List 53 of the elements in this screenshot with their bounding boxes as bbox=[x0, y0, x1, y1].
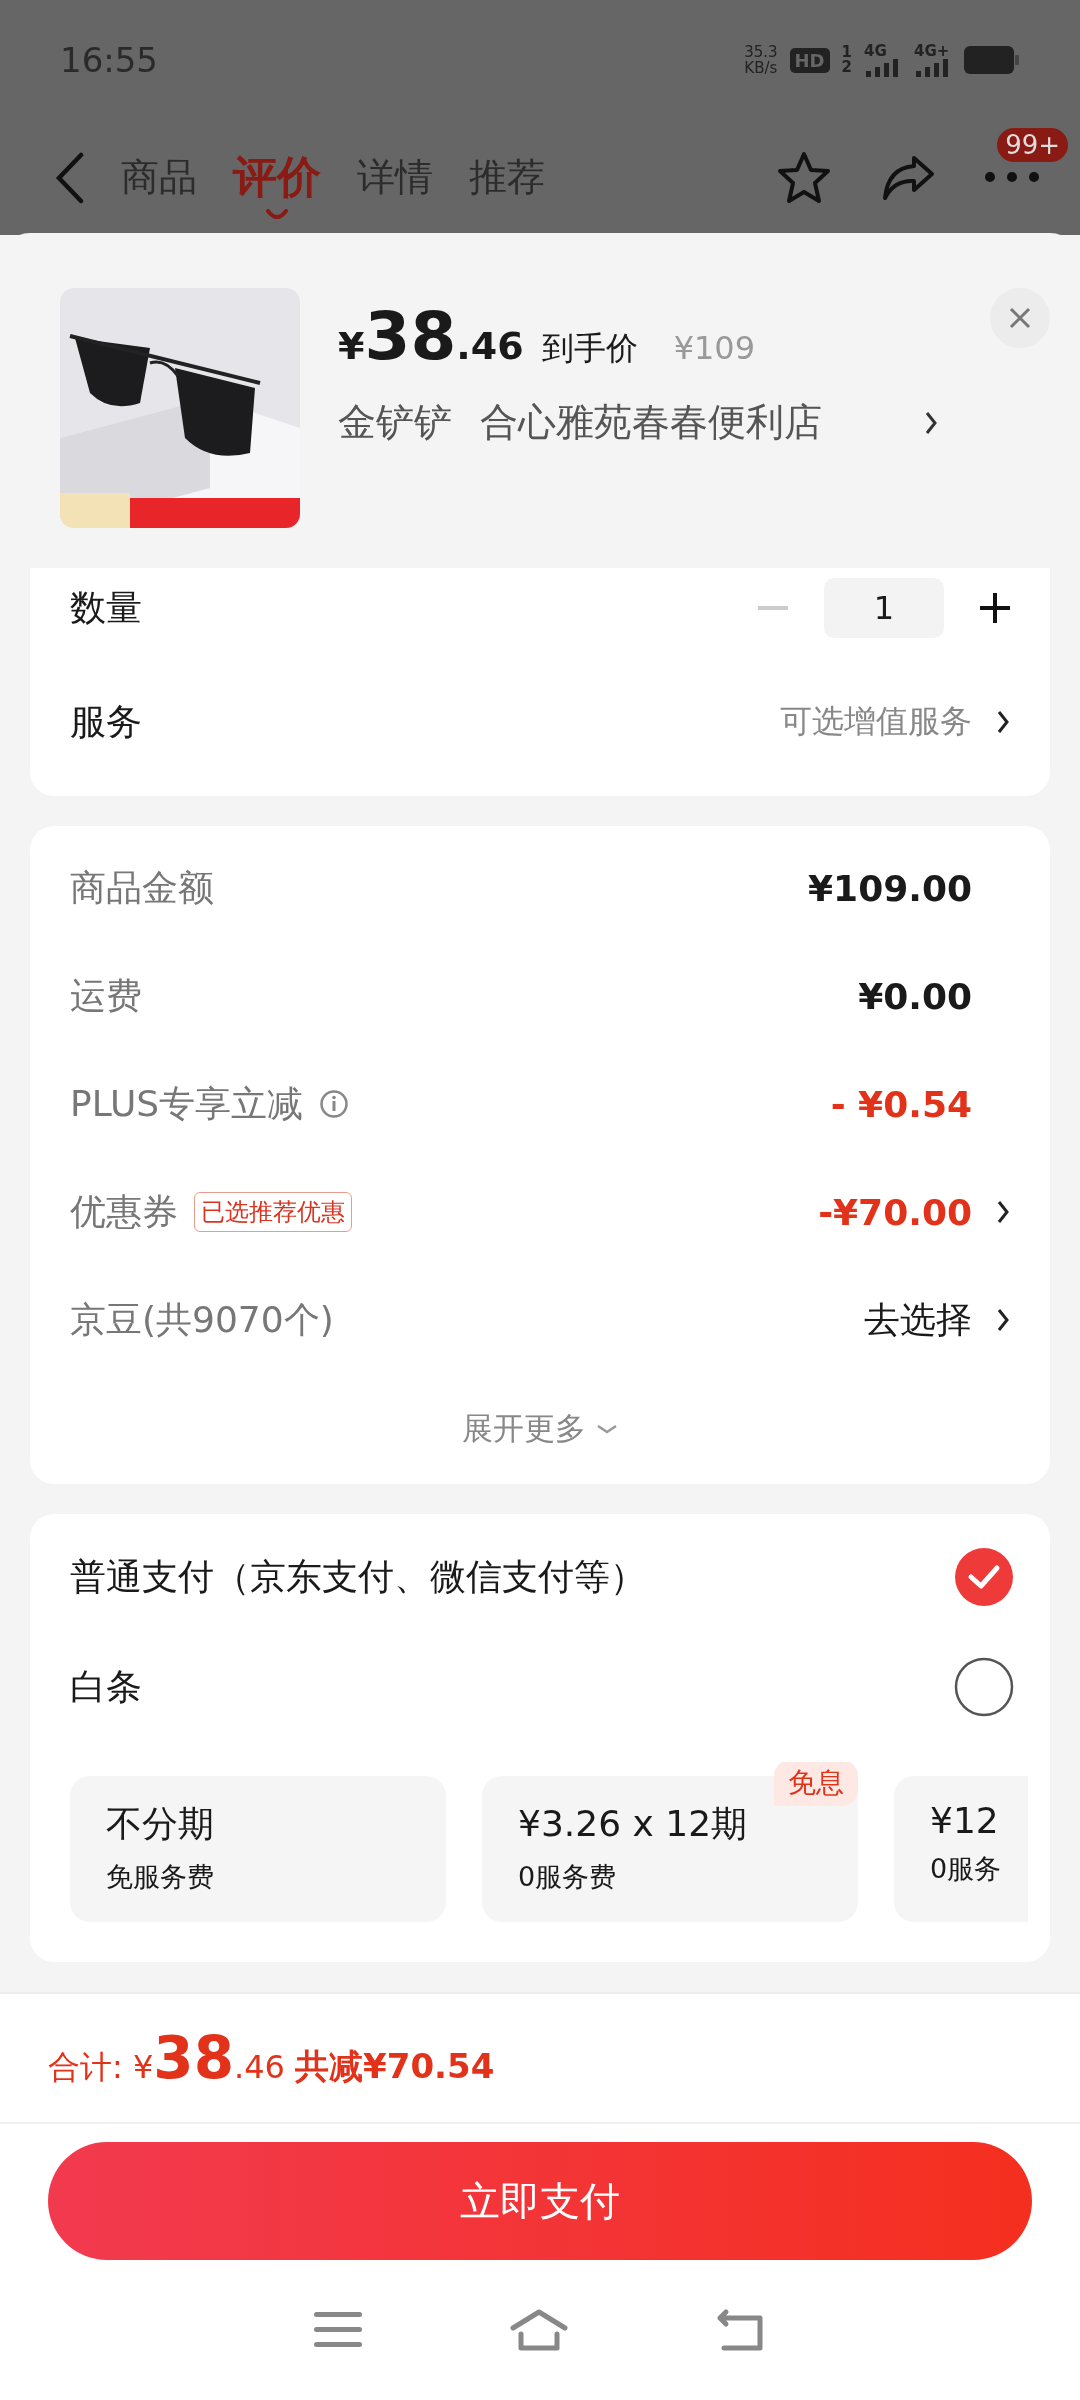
chevron-icon[interactable] bbox=[924, 409, 938, 436]
chevron-icon[interactable] bbox=[996, 1199, 1010, 1225]
fee-label: 商品金额 bbox=[70, 865, 214, 910]
fee-value: -¥70.00 bbox=[818, 1191, 972, 1233]
store-name: 合心雅苑春春便利店 bbox=[480, 399, 822, 446]
original-price: ¥109 bbox=[673, 329, 756, 367]
back-icon[interactable] bbox=[55, 151, 85, 204]
sim-label: 1 2 bbox=[841, 45, 852, 75]
network-label: 4G+ bbox=[914, 43, 950, 59]
menu-icon[interactable] bbox=[313, 2310, 362, 2350]
fee-value: ¥0.00 bbox=[858, 975, 972, 1017]
payment-option[interactable]: 普通支付（京东支付、微信支付等） bbox=[70, 1552, 646, 1602]
fee-label: 优惠券 bbox=[70, 1189, 178, 1234]
radio-checked-icon[interactable] bbox=[954, 1547, 1014, 1607]
smile-icon bbox=[266, 209, 288, 221]
expand-more-button[interactable]: 展开更多 bbox=[462, 1374, 618, 1484]
radio-icon[interactable] bbox=[954, 1657, 1014, 1717]
coupon-tag: 已选推荐优惠 bbox=[194, 1192, 352, 1232]
plus-button[interactable] bbox=[980, 593, 1010, 623]
interest-free-badge: 免息 bbox=[774, 1762, 858, 1806]
service-hint[interactable]: 可选增值服务 bbox=[780, 700, 972, 744]
product-price: ¥38.46 bbox=[338, 298, 524, 375]
chevron-icon[interactable] bbox=[996, 709, 1010, 735]
installment-option[interactable]: ¥12 0服务 bbox=[894, 1776, 1028, 1922]
notification-badge: 99+ bbox=[995, 126, 1070, 164]
home-icon[interactable] bbox=[509, 2308, 569, 2352]
status-time: 16:55 bbox=[60, 40, 158, 80]
star-icon[interactable] bbox=[776, 150, 832, 205]
hd-label: HD bbox=[789, 47, 830, 73]
quantity-field[interactable]: 1 bbox=[824, 578, 944, 638]
product-spec: 金铲铲 bbox=[338, 399, 452, 446]
fee-label: 京豆(共9070个) bbox=[70, 1297, 334, 1342]
chevron-icon[interactable] bbox=[996, 1307, 1010, 1333]
fee-label: PLUS专享立减 bbox=[70, 1081, 304, 1126]
share-icon[interactable] bbox=[880, 153, 936, 202]
pay-button[interactable]: 立即支付 bbox=[48, 2142, 1032, 2260]
service-label: 服务 bbox=[70, 699, 142, 744]
total-amount: 合计: ¥38.46 共减¥70.54 bbox=[48, 2024, 495, 2092]
installment-option[interactable]: 不分期 免服务费 bbox=[70, 1776, 446, 1922]
fee-value: - ¥0.54 bbox=[830, 1083, 972, 1125]
network-speed: 35.3 KB/s bbox=[744, 44, 778, 76]
payment-option[interactable]: 白条 bbox=[70, 1662, 142, 1712]
network-label: 4G bbox=[864, 43, 887, 59]
fee-label: 运费 bbox=[70, 973, 142, 1018]
more-icon[interactable] bbox=[984, 171, 1040, 183]
battery-icon bbox=[964, 46, 1020, 74]
quantity-label: 数量 bbox=[70, 585, 142, 630]
price-label: 到手价 bbox=[541, 328, 638, 369]
fee-value[interactable]: 去选择 bbox=[864, 1295, 972, 1345]
info-icon[interactable] bbox=[319, 1089, 350, 1119]
close-icon[interactable] bbox=[1008, 306, 1032, 330]
fee-value: ¥109.00 bbox=[808, 867, 972, 909]
chevron-down-icon[interactable] bbox=[596, 1423, 618, 1435]
